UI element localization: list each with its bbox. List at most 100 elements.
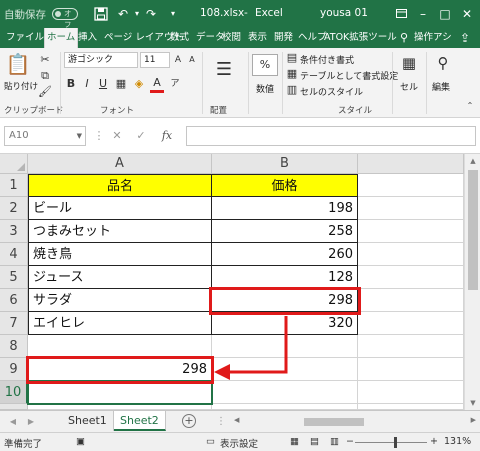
enter-icon[interactable]: ✓ — [132, 126, 150, 146]
scroll-right-icon[interactable]: ▶ — [471, 416, 476, 424]
alignment-icon[interactable]: ☰ — [208, 56, 240, 84]
lightbulb-icon[interactable]: ⚲ — [400, 28, 408, 48]
fill-color-icon[interactable]: ◈ — [132, 76, 146, 92]
phonetic-icon[interactable]: ア — [168, 76, 182, 92]
bold-icon[interactable]: B — [64, 76, 78, 92]
scroll-left-icon[interactable]: ◀ — [234, 416, 239, 424]
tab-data[interactable]: データ — [196, 28, 225, 48]
status-ready: 準備完了 — [4, 439, 43, 450]
paste-icon[interactable]: 📋 — [4, 52, 32, 76]
tab-developer[interactable]: 開発 — [274, 28, 293, 48]
conditional-format-icon[interactable]: ▤ — [286, 50, 298, 66]
autosave-toggle[interactable]: オフ — [52, 8, 78, 29]
save-icon[interactable] — [92, 5, 110, 23]
cells-label[interactable]: セル — [400, 80, 418, 93]
scroll-thumb[interactable] — [304, 418, 364, 426]
zoom-in-button[interactable]: + — [430, 436, 438, 447]
title-separator: - — [244, 7, 248, 19]
zoom-slider[interactable] — [355, 442, 427, 443]
group-separator — [282, 52, 283, 114]
cell-style-icon[interactable]: ▥ — [286, 82, 298, 98]
cut-icon[interactable]: ✂ — [38, 52, 52, 68]
redo-icon[interactable]: ↷ — [142, 5, 160, 23]
tab-file[interactable]: ファイル — [6, 28, 44, 48]
name-box[interactable]: A10 ▼ — [4, 126, 86, 146]
cancel-icon[interactable]: ✕ — [108, 126, 126, 146]
chevron-down-icon[interactable]: ▼ — [77, 127, 82, 145]
sheet-tab-sheet1[interactable]: Sheet1 — [62, 411, 114, 431]
collapse-ribbon-icon[interactable]: ⌃ — [464, 98, 476, 114]
tab-insert[interactable]: 挿入 — [78, 28, 97, 48]
minimize-icon[interactable]: – — [412, 0, 434, 28]
group-separator — [426, 52, 427, 114]
toggle-knob — [55, 11, 61, 17]
sheet-tab-sheet2[interactable]: Sheet2 — [114, 411, 166, 431]
user-name[interactable]: yousa 01 — [320, 7, 368, 19]
macro-record-icon[interactable]: ▣ — [76, 436, 85, 447]
red-arrow — [214, 316, 288, 380]
clipboard-group-label: クリップボード — [4, 106, 64, 116]
page-layout-view-icon[interactable]: ▤ — [310, 436, 319, 447]
percent-icon[interactable]: % — [252, 54, 278, 76]
font-shrink-icon[interactable]: A — [186, 52, 198, 68]
tab-split-icon[interactable]: ⋮ — [214, 414, 228, 430]
style-group-label: スタイル — [338, 106, 373, 116]
font-color-icon[interactable]: A — [150, 76, 164, 93]
search-icon[interactable]: ⚲ — [432, 52, 454, 74]
maximize-icon[interactable]: □ — [434, 0, 456, 28]
format-table-label[interactable]: テーブルとして書式設定 — [300, 69, 398, 82]
font-name-box[interactable]: 游ゴシック — [64, 52, 138, 68]
border-icon[interactable]: ▦ — [114, 76, 128, 92]
paste-label[interactable]: 貼り付け — [4, 80, 38, 92]
autosave-label: 自動保存 — [4, 9, 46, 21]
scroll-down-icon[interactable]: ▼ — [465, 396, 480, 410]
tab-formulas[interactable]: 数式 — [170, 28, 189, 48]
display-settings-icon[interactable]: ▭ — [206, 436, 215, 447]
italic-icon[interactable]: I — [80, 76, 94, 92]
share-icon[interactable]: ⇪ — [460, 28, 470, 48]
cell-style-label[interactable]: セルのスタイル — [300, 85, 363, 98]
ribbon-display-icon[interactable] — [390, 0, 412, 28]
zoom-slider-handle[interactable] — [394, 437, 397, 448]
font-size-box[interactable]: 11 — [140, 52, 170, 68]
ribbon-tabs: ファイル ホーム 挿入 ページ レイアウト 数式 データ 校閲 表示 開発 ヘル… — [0, 28, 480, 48]
status-bar: 準備完了 ▣ ▭ 表示設定 ▦ ▤ ▥ − + 131% — [0, 432, 480, 451]
display-settings-label[interactable]: 表示設定 — [220, 436, 258, 450]
insert-function-icon[interactable]: fx — [158, 126, 176, 146]
tab-review[interactable]: 校閲 — [222, 28, 241, 48]
normal-view-icon[interactable]: ▦ — [290, 436, 299, 447]
horizontal-scrollbar[interactable]: ◀ ▶ — [234, 416, 476, 428]
tab-help[interactable]: ヘルプ — [298, 28, 327, 48]
customize-qat-icon[interactable]: ▾ — [164, 5, 182, 23]
page-break-view-icon[interactable]: ▥ — [330, 436, 339, 447]
group-separator — [392, 52, 393, 114]
alignment-group-label: 配置 — [210, 106, 228, 116]
font-grow-icon[interactable]: A — [172, 52, 184, 68]
conditional-format-label[interactable]: 条件付き書式 — [300, 53, 354, 66]
vertical-scrollbar[interactable]: ▲ ▼ — [464, 154, 480, 410]
group-separator — [60, 52, 61, 114]
prev-sheet-icon[interactable]: ◀ — [6, 414, 20, 430]
number-label[interactable]: 数値 — [256, 82, 274, 95]
zoom-out-button[interactable]: − — [346, 436, 354, 447]
format-painter-icon[interactable]: 🖌 — [38, 84, 52, 100]
copy-icon[interactable]: ⧉ — [38, 68, 52, 84]
app-name: Excel — [255, 7, 283, 19]
formula-input[interactable] — [186, 126, 476, 146]
worksheet-grid: A B 1 2 3 4 5 6 7 8 9 10 品名 価格 ビール 198 つ… — [0, 154, 480, 410]
add-sheet-button[interactable]: + — [182, 414, 196, 428]
tab-home[interactable]: ホーム — [44, 28, 79, 48]
close-icon[interactable]: ✕ — [456, 0, 478, 28]
file-name: 108.xlsx — [200, 7, 245, 19]
format-table-icon[interactable]: ▦ — [286, 66, 298, 82]
tab-tell-me[interactable]: 操作アシ — [414, 28, 452, 48]
scroll-up-icon[interactable]: ▲ — [465, 154, 480, 168]
underline-icon[interactable]: U — [96, 76, 110, 92]
scroll-thumb[interactable] — [468, 170, 478, 290]
next-sheet-icon[interactable]: ▶ — [24, 414, 38, 430]
editing-label[interactable]: 編集 — [432, 80, 450, 93]
tab-view[interactable]: 表示 — [248, 28, 267, 48]
zoom-level[interactable]: 131% — [444, 436, 471, 447]
tab-atok[interactable]: ATOK拡張ツール — [324, 28, 397, 48]
cells-icon[interactable]: ▦ — [398, 52, 420, 74]
